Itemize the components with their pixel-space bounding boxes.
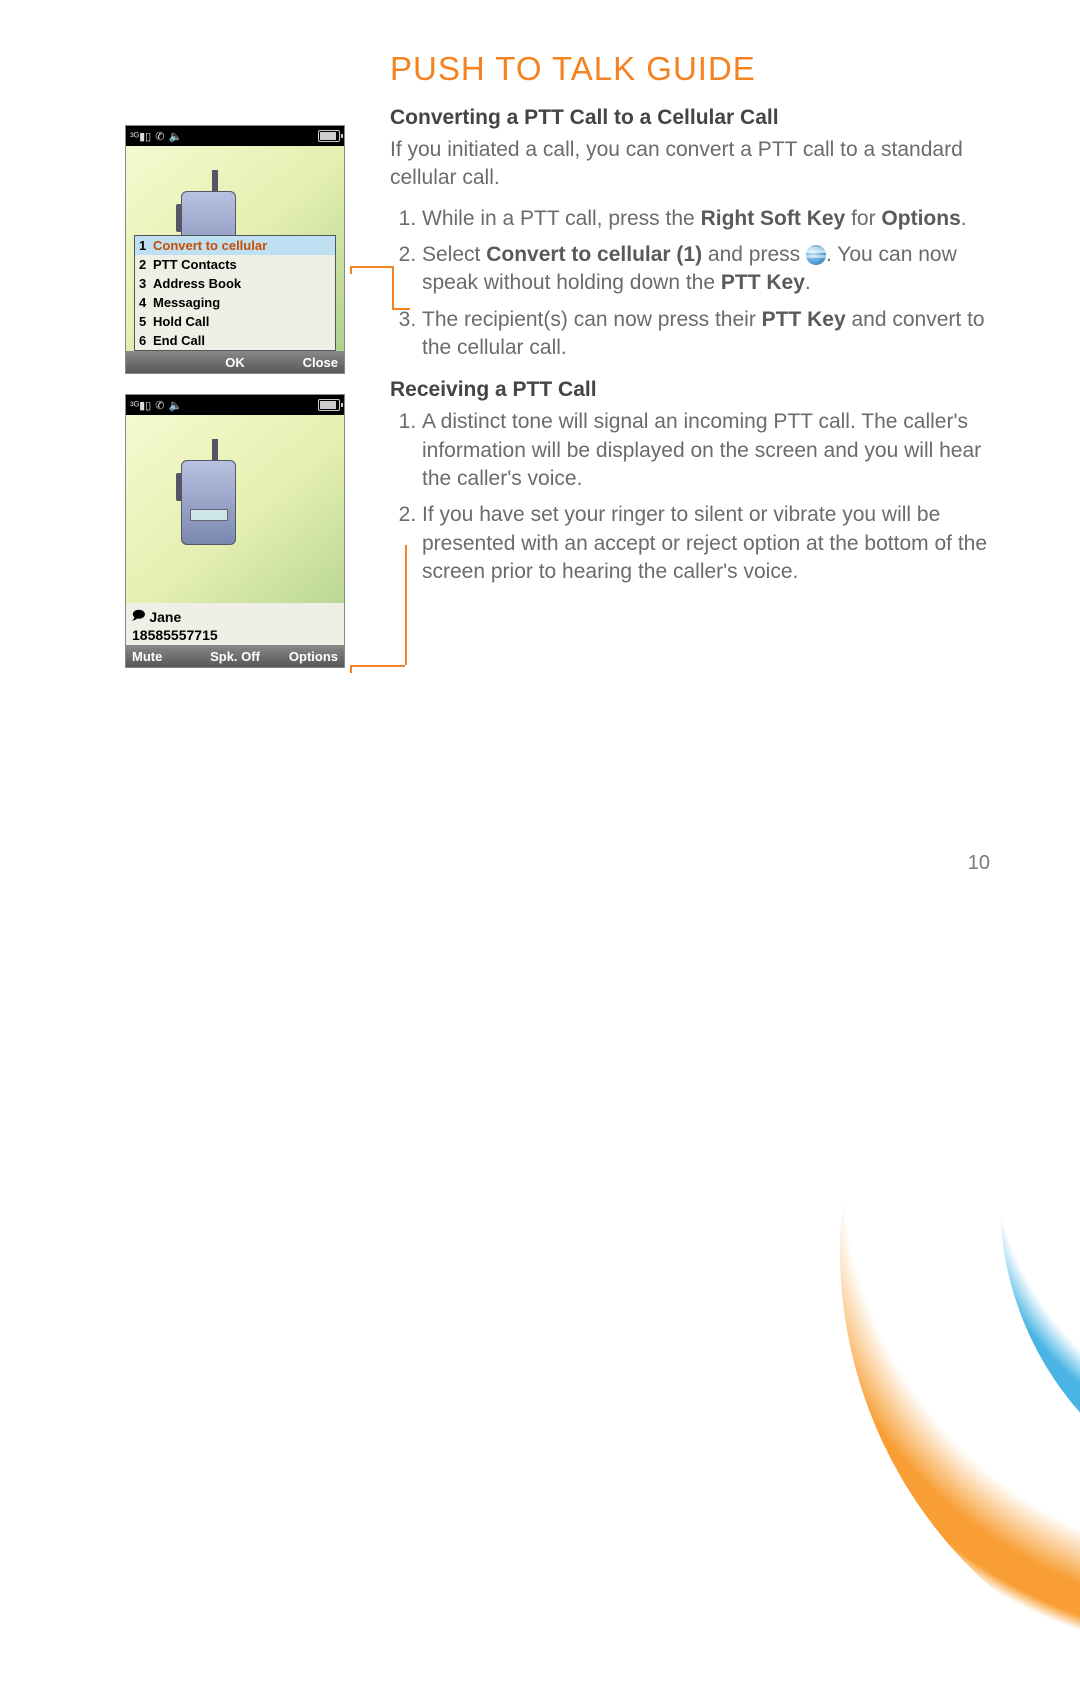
step-r2: If you have set your ringer to silent or… bbox=[422, 501, 990, 586]
call-icon: ✆ bbox=[155, 130, 164, 143]
page-title: PUSH TO TALK GUIDE bbox=[390, 50, 990, 88]
menu-item-end-call[interactable]: 6End Call bbox=[135, 331, 335, 350]
steps-receiving: A distinct tone will signal an incoming … bbox=[390, 408, 990, 586]
heading-receiving: Receiving a PTT Call bbox=[390, 378, 990, 402]
callout-line bbox=[405, 545, 407, 665]
intro-converting: If you initiated a call, you can convert… bbox=[390, 136, 990, 193]
caller-name: Jane bbox=[149, 609, 181, 625]
call-icon: ✆ bbox=[155, 399, 164, 412]
att-globe-icon bbox=[806, 245, 826, 265]
callout-line bbox=[350, 266, 352, 274]
step-1: While in a PTT call, press the Right Sof… bbox=[422, 205, 990, 233]
menu-item-address-book[interactable]: 3Address Book bbox=[135, 274, 335, 293]
softkey-right-options[interactable]: Options bbox=[269, 645, 344, 667]
heading-converting: Converting a PTT Call to a Cellular Call bbox=[390, 106, 990, 130]
callout-line bbox=[350, 665, 405, 667]
callout-line bbox=[392, 308, 410, 310]
menu-item-hold-call[interactable]: 5Hold Call bbox=[135, 312, 335, 331]
menu-item-messaging[interactable]: 4Messaging bbox=[135, 293, 335, 312]
section-receiving: Receiving a PTT Call A distinct tone wil… bbox=[390, 378, 990, 586]
step-3: The recipient(s) can now press their PTT… bbox=[422, 306, 990, 363]
walkie-talkie-icon bbox=[181, 460, 236, 545]
callout-line bbox=[350, 665, 352, 673]
step-2: Select Convert to cellular (1) and press… bbox=[422, 241, 990, 298]
menu-item-ptt-contacts[interactable]: 2PTT Contacts bbox=[135, 255, 335, 274]
screenshot-column: ³ᴳ▮▯ ✆ 🔈 1Convert to cellular 2PTT Conta… bbox=[125, 50, 350, 668]
status-bar: ³ᴳ▮▯ ✆ 🔈 bbox=[126, 126, 344, 146]
decorative-swoosh bbox=[640, 681, 1080, 1041]
options-menu: 1Convert to cellular 2PTT Contacts 3Addr… bbox=[134, 235, 336, 351]
softkey-left[interactable] bbox=[126, 351, 201, 373]
phone-mockup-options-menu: ³ᴳ▮▯ ✆ 🔈 1Convert to cellular 2PTT Conta… bbox=[125, 125, 345, 374]
status-bar: ³ᴳ▮▯ ✆ 🔈 bbox=[126, 395, 344, 415]
softkey-left-mute[interactable]: Mute bbox=[126, 645, 201, 667]
caller-number: 18585557715 bbox=[132, 627, 338, 643]
phone-screen: 🗩Jane 18585557715 bbox=[126, 415, 344, 645]
page-number: 10 bbox=[968, 852, 990, 875]
text-column: PUSH TO TALK GUIDE Converting a PTT Call… bbox=[390, 50, 990, 668]
caller-info: 🗩Jane 18585557715 bbox=[126, 603, 344, 645]
step-r1: A distinct tone will signal an incoming … bbox=[422, 408, 990, 493]
menu-item-convert-to-cellular[interactable]: 1Convert to cellular bbox=[135, 236, 335, 255]
signal-3g-icon: ³ᴳ▮▯ bbox=[130, 399, 151, 412]
callout-line bbox=[350, 266, 392, 268]
softkey-right-close[interactable]: Close bbox=[269, 351, 344, 373]
section-converting: Converting a PTT Call to a Cellular Call… bbox=[390, 106, 990, 362]
manual-page: ³ᴳ▮▯ ✆ 🔈 1Convert to cellular 2PTT Conta… bbox=[0, 0, 1080, 668]
battery-icon bbox=[318, 399, 340, 411]
phone-mockup-incoming-call: ³ᴳ▮▯ ✆ 🔈 🗩Jane 18585557715 Mute Spk. Off… bbox=[125, 394, 345, 668]
softkey-bar: Mute Spk. Off Options bbox=[126, 645, 344, 667]
battery-icon bbox=[318, 130, 340, 142]
steps-converting: While in a PTT call, press the Right Sof… bbox=[390, 205, 990, 363]
phone-screen: 1Convert to cellular 2PTT Contacts 3Addr… bbox=[126, 146, 344, 351]
callout-line bbox=[392, 266, 394, 308]
sound-icon: 🔈 bbox=[168, 130, 182, 143]
signal-3g-icon: ³ᴳ▮▯ bbox=[130, 130, 151, 143]
softkey-center-spk-off[interactable]: Spk. Off bbox=[201, 645, 270, 667]
softkey-center-ok[interactable]: OK bbox=[201, 351, 270, 373]
sound-icon: 🔈 bbox=[168, 399, 182, 412]
softkey-bar: OK Close bbox=[126, 351, 344, 373]
speech-bubble-icon: 🗩 bbox=[132, 606, 145, 627]
